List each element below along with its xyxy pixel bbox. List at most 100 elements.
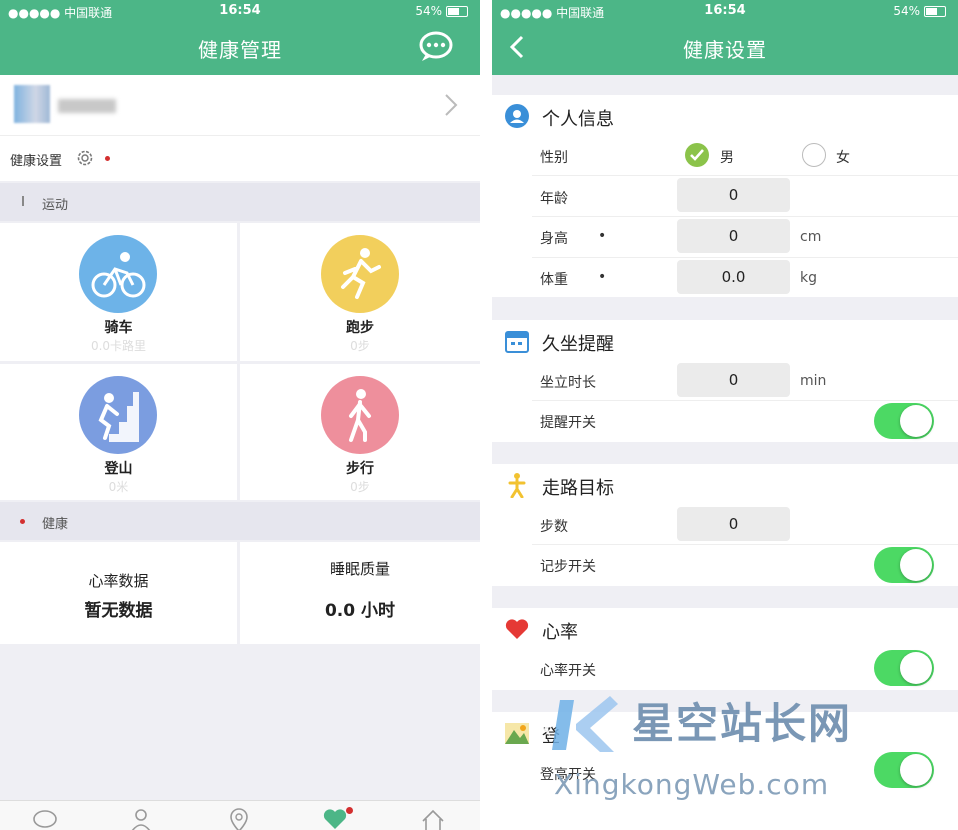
activity-value: 0步 [350,480,370,494]
sit-duration-unit: min [800,373,827,389]
battery-indicator: 54% [893,4,946,18]
divider [532,175,958,176]
battery-icon [924,5,946,17]
nav-bar: ●●●●● 中国联通 16:54 54% 健康设置 [492,0,958,75]
section-marker [20,519,25,524]
notification-dot [105,156,110,161]
section-header-sport: 运动 [0,183,480,221]
tab-bar [0,800,480,830]
card-title: 心率数据 [88,572,149,590]
chat-icon[interactable] [418,30,454,62]
section-title: 运动 [42,198,69,213]
female-radio[interactable] [802,143,826,167]
mountain-icon [505,723,529,744]
required-marker: • [598,228,607,244]
activity-label: 步行 [346,461,374,477]
reminder-switch-label: 提醒开关 [540,415,596,431]
chat-tab-icon[interactable] [32,807,58,830]
section-marker [22,196,24,206]
person-icon [505,104,529,128]
heart-rate-section: 心率 心率开关 [492,608,958,690]
watermark-logo [544,696,618,752]
notification-dot [346,807,353,814]
watermark-english: XingkongWeb.com [554,768,830,801]
avatar [14,85,50,123]
status-time: 16:54 [219,3,261,18]
home-tab-icon[interactable] [420,807,446,830]
section-heading: 走路目标 [542,478,614,499]
battery-icon [446,5,468,17]
activity-value: 0步 [350,339,370,353]
section-title: 健康 [42,517,69,532]
section-heading: 久坐提醒 [542,334,614,355]
activity-label: 登山 [104,461,133,477]
heart-rate-card[interactable]: 心率数据 暂无数据 [0,542,237,644]
height-input[interactable]: 0 [677,219,790,253]
female-label: 女 [836,150,850,166]
health-tab-icon[interactable] [322,807,348,830]
age-input[interactable]: 0 [677,178,790,212]
chevron-right-icon [445,94,458,116]
activity-tile-bike[interactable]: 骑车 0.0卡路里 [0,223,237,361]
profile-row[interactable] [0,75,480,135]
divider [532,544,958,545]
sedentary-reminder-section: 久坐提醒 坐立时长 0 min 提醒开关 [492,320,958,442]
step-switch-label: 记步开关 [540,559,596,575]
run-icon [321,235,399,313]
sit-duration-input[interactable]: 0 [677,363,790,397]
gear-icon [77,150,93,166]
heart-rate-toggle[interactable] [874,650,934,686]
username-blurred [58,99,116,113]
divider [532,216,958,217]
activity-value: 0.0卡路里 [90,339,147,353]
activity-tile-run[interactable]: 跑步 0步 [240,223,480,361]
status-bar: ●●●●● 中国联通 16:54 54% [492,0,958,24]
sleep-quality-card[interactable]: 睡眠质量 0.0 小时 [240,542,480,644]
gender-label: 性别 [540,150,568,166]
male-label: 男 [720,150,734,166]
height-label: 身高 [540,231,568,247]
walking-person-icon [508,473,526,498]
card-value: 0.0 小时 [324,601,396,621]
contacts-tab-icon[interactable] [130,807,156,830]
battery-text: 54% [415,4,442,18]
divider [532,257,958,258]
watermark: 星空站长网 XingkongWeb.com [540,690,958,810]
steps-label: 步数 [540,519,568,535]
watermark-chinese: 星空站长网 [632,699,853,748]
section-heading: 心率 [542,622,578,643]
activity-tile-walk[interactable]: 步行 0步 [240,364,480,500]
battery-text: 54% [893,4,920,18]
section-heading: 个人信息 [542,109,614,130]
male-radio[interactable] [685,143,709,167]
section-header-health: 健康 [0,502,480,540]
weight-input[interactable]: 0.0 [677,260,790,294]
calendar-icon [505,331,529,353]
activity-label: 跑步 [346,320,374,336]
age-label: 年龄 [540,191,568,207]
health-settings-entry[interactable]: 健康设置 [0,135,480,181]
required-marker: • [598,269,607,285]
nav-bar: ●●●●● 中国联通 16:54 54% 健康管理 [0,0,480,75]
walk-icon [321,376,399,454]
step-counter-toggle[interactable] [874,547,934,583]
activity-tile-climb[interactable]: 登山 0米 [0,364,237,500]
status-bar: ●●●●● 中国联通 16:54 54% [0,0,480,24]
battery-indicator: 54% [415,4,468,18]
reminder-toggle[interactable] [874,403,934,439]
sit-duration-label: 坐立时长 [540,375,596,391]
steps-input[interactable]: 0 [677,507,790,541]
heart-switch-label: 心率开关 [540,663,596,679]
heart-icon [505,619,529,639]
status-time: 16:54 [704,3,746,18]
activity-label: 骑车 [104,320,133,336]
weight-unit: kg [800,270,817,286]
page-title: 健康设置 [683,38,767,62]
health-management-screen: ●●●●● 中国联通 16:54 54% 健康管理 健康设置 运动 骑车 0.0… [0,0,480,830]
height-unit: cm [800,229,822,245]
climb-icon [79,376,157,454]
location-tab-icon[interactable] [226,807,252,830]
card-value: 暂无数据 [84,601,153,621]
weight-label: 体重 [540,272,568,288]
divider [532,400,958,401]
